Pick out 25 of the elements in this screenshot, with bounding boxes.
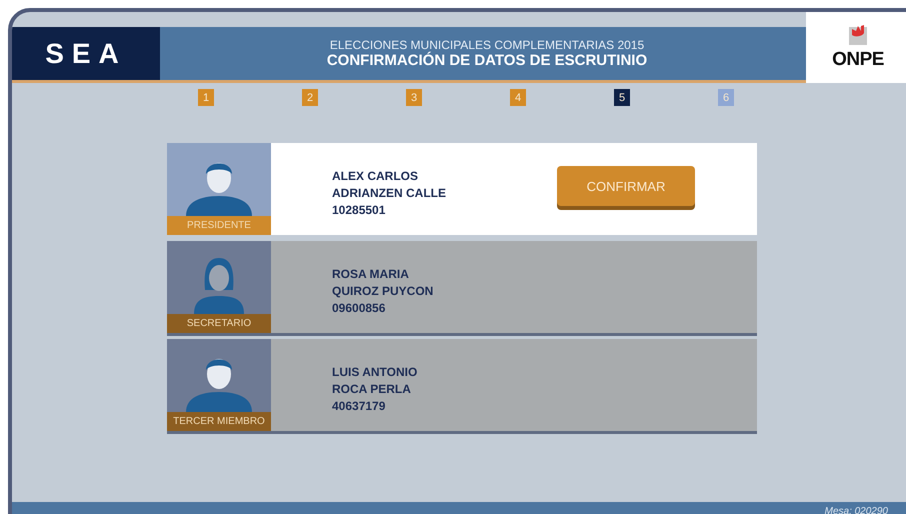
header-subtitle: ELECCIONES MUNICIPALES COMPLEMENTARIAS 2015 xyxy=(330,38,644,52)
member-surnames: ADRIANZEN CALLE xyxy=(332,185,447,202)
step-indicator: 2 xyxy=(302,89,318,106)
member-names: ROSA MARIA xyxy=(332,266,410,283)
step-indicator: 6 xyxy=(718,89,734,106)
step-indicator: 4 xyxy=(510,89,526,106)
member-names: ALEX CARLOS xyxy=(332,168,420,185)
role-label: SECRETARIO xyxy=(167,314,271,333)
step-indicator: 5 xyxy=(614,89,630,106)
partner-logo-text: ONPE xyxy=(832,48,884,70)
step-indicator: 1 xyxy=(198,89,214,106)
member-dni: 10285501 xyxy=(332,202,386,219)
role-label: TERCER MIEMBRO xyxy=(167,412,271,431)
app-logo: SEA xyxy=(12,27,160,80)
step-indicator: 3 xyxy=(406,89,422,106)
header-title: CONFIRMACIÓN DE DATOS DE ESCRUTINIO xyxy=(326,52,648,69)
table-number: Mesa: 020290 xyxy=(824,505,888,514)
member-surnames: ROCA PERLA xyxy=(332,381,412,398)
member-dni: 40637179 xyxy=(332,398,386,415)
member-dni: 09600856 xyxy=(332,300,386,317)
ballot-hand-icon xyxy=(846,22,870,46)
member-surnames: QUIROZ PUYCON xyxy=(332,283,434,300)
confirm-button[interactable]: CONFIRMAR xyxy=(557,166,695,206)
role-label: PRESIDENTE xyxy=(167,216,271,235)
member-names: LUIS ANTONIO xyxy=(332,364,418,381)
